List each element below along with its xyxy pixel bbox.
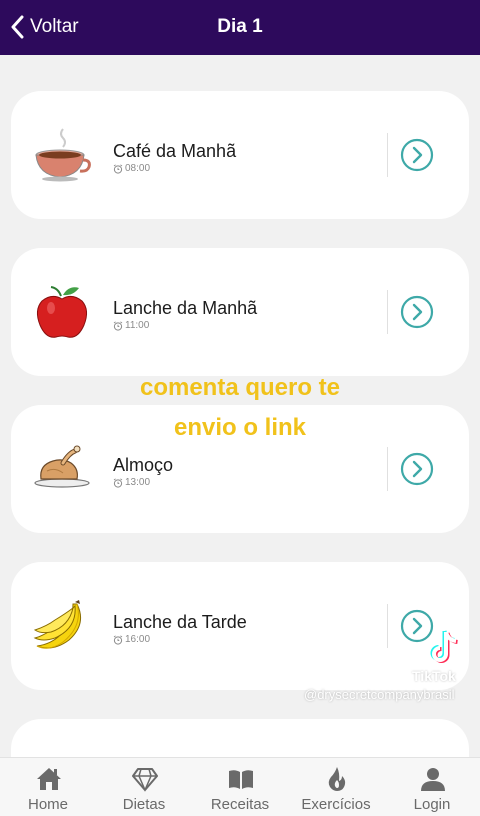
chevron-right-circle-icon[interactable] (400, 138, 434, 172)
coffee-cup-icon (35, 128, 91, 182)
meal-list: Café da Manhã 08:00 Lanche da Manhã 11:0… (0, 55, 480, 757)
bottom-tab-bar: Home Dietas Receitas Exercícios Login (0, 757, 480, 816)
chevron-right-circle-icon[interactable] (400, 452, 434, 486)
page-title: Dia 1 (217, 16, 263, 37)
tab-label: Receitas (210, 796, 270, 813)
watermark-handle: @drysecretcompanybrasil (304, 687, 455, 702)
meal-card-lanche-da-tarde[interactable]: Lanche da Tarde 16:00 (11, 562, 469, 690)
meal-time: 13:00 (113, 477, 150, 488)
tab-home[interactable]: Home (0, 758, 96, 816)
tab-login[interactable]: Login (384, 758, 480, 816)
meal-time: 11:00 (113, 320, 149, 331)
divider (387, 290, 388, 334)
meal-time: 08:00 (113, 163, 150, 174)
divider (387, 133, 388, 177)
meal-card-lanche-da-manha[interactable]: Lanche da Manhã 11:00 (11, 248, 469, 376)
flame-icon (328, 767, 346, 791)
watermark-label: TikTok (412, 668, 456, 684)
tab-label: Home (27, 796, 68, 813)
tab-label: Exercícios (301, 796, 371, 813)
divider (387, 447, 388, 491)
book-icon (229, 770, 253, 789)
tab-receitas[interactable]: Receitas (192, 758, 288, 816)
meal-name: Almoço (113, 455, 174, 475)
apple-icon (36, 286, 88, 338)
overlay-caption-line-2: envio o link (173, 414, 307, 441)
diamond-icon (132, 768, 158, 792)
home-icon (37, 768, 61, 790)
tab-exercicios[interactable]: Exercícios (288, 758, 384, 816)
roast-chicken-icon (34, 445, 90, 488)
tab-label: Dietas (122, 796, 166, 813)
tiktok-logo-icon (430, 630, 458, 663)
chevron-right-circle-icon[interactable] (400, 295, 434, 329)
bananas-icon (33, 600, 82, 649)
meal-time: 16:00 (113, 634, 150, 645)
meal-card-cafe-da-manha[interactable]: Café da Manhã 08:00 (11, 91, 469, 219)
meal-name: Café da Manhã (113, 141, 237, 161)
meal-name: Lanche da Tarde (113, 612, 247, 632)
alarm-clock-icon (113, 477, 123, 488)
alarm-clock-icon (113, 320, 123, 331)
divider (387, 604, 388, 648)
meal-name: Lanche da Manhã (113, 298, 258, 318)
alarm-clock-icon (113, 163, 123, 174)
user-icon (421, 768, 445, 791)
top-nav-bar: Voltar Dia 1 (0, 0, 480, 55)
overlay-caption-line-1: comenta quero te (139, 374, 341, 401)
tab-dietas[interactable]: Dietas (96, 758, 192, 816)
alarm-clock-icon (113, 634, 123, 645)
tab-label: Login (413, 796, 451, 813)
meal-card-partial[interactable] (11, 719, 469, 757)
